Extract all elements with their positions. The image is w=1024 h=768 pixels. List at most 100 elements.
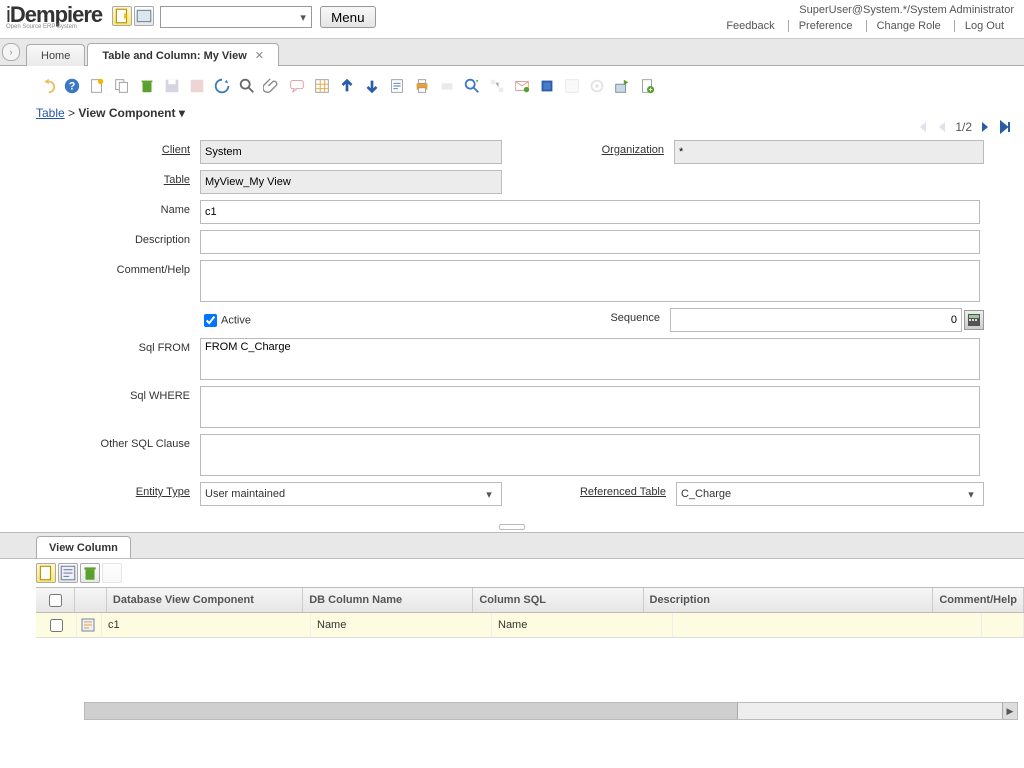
view-column-grid: Database View Component DB Column Name C… [36, 587, 1024, 638]
undo-icon[interactable] [36, 75, 58, 97]
nav-prev-icon[interactable] [935, 120, 949, 134]
detail-record-icon[interactable] [361, 75, 383, 97]
grid-hscrollbar[interactable]: ◀ ▶ [84, 702, 1018, 720]
label-comment: Comment/Help [40, 260, 200, 276]
nav-last-icon[interactable] [998, 120, 1012, 134]
attachment-icon[interactable] [261, 75, 283, 97]
field-name[interactable] [200, 200, 980, 224]
label-organization: Organization [584, 140, 674, 156]
header-quickbar [112, 0, 154, 26]
splitter-handle[interactable] [0, 522, 1024, 532]
field-entity-type[interactable]: User maintained▾ [200, 482, 502, 506]
col-dbcol[interactable]: DB Column Name [303, 588, 473, 612]
header-right: SuperUser@System.*/System Administrator … [716, 0, 1024, 32]
find-icon[interactable] [236, 75, 258, 97]
grid-select-all[interactable] [49, 594, 62, 607]
field-sql-from[interactable]: FROM C_Charge [200, 338, 980, 380]
print-preview-icon[interactable] [436, 75, 458, 97]
link-feedback[interactable]: Feedback [716, 20, 784, 32]
field-sequence-wrap [670, 308, 984, 332]
cell-dbcol: Name [311, 613, 492, 637]
breadcrumb-current: View Component ▾ [78, 106, 184, 120]
label-entity-type: Entity Type [40, 482, 200, 498]
archive-icon[interactable] [536, 75, 558, 97]
field-sql-where[interactable] [200, 386, 980, 428]
user-context: SuperUser@System.*/System Administrator [716, 4, 1014, 16]
cancel-icon[interactable] [186, 75, 208, 97]
col-dvc[interactable]: Database View Component [107, 588, 303, 612]
grid-row[interactable]: c1 Name Name [36, 613, 1024, 638]
breadcrumb-sep: > [68, 106, 78, 120]
sidebar-toggle-icon[interactable]: › [2, 43, 20, 61]
menu-button[interactable]: Menu [320, 6, 375, 28]
scroll-thumb[interactable] [85, 703, 738, 719]
link-preference[interactable]: Preference [788, 20, 863, 32]
tab-table-column[interactable]: Table and Column: My View✕ [87, 43, 279, 66]
detail-delete-icon[interactable] [80, 563, 100, 583]
print-icon[interactable] [411, 75, 433, 97]
global-search-combo[interactable]: ▾ [160, 6, 312, 28]
copy-icon[interactable] [111, 75, 133, 97]
scroll-right-icon[interactable]: ▶ [1002, 703, 1017, 719]
field-ref-table[interactable]: C_Charge▾ [676, 482, 984, 506]
main-toolbar: ? [0, 66, 1024, 102]
checkbox-active[interactable]: Active [200, 308, 251, 330]
field-table [200, 170, 502, 194]
cell-desc [673, 613, 982, 637]
label-sql-where: Sql WHERE [40, 386, 200, 402]
refresh-icon[interactable] [211, 75, 233, 97]
link-change-role[interactable]: Change Role [866, 20, 951, 32]
help-icon[interactable]: ? [61, 75, 83, 97]
customize-icon[interactable] [561, 75, 583, 97]
link-logout[interactable]: Log Out [954, 20, 1014, 32]
chat-icon[interactable] [286, 75, 308, 97]
label-ref-table: Referenced Table [556, 482, 676, 498]
field-other-sql[interactable] [200, 434, 980, 476]
col-comment[interactable]: Comment/Help [933, 588, 1024, 612]
detail-new-icon[interactable] [36, 563, 56, 583]
workflow-icon[interactable] [486, 75, 508, 97]
label-other-sql: Other SQL Clause [40, 434, 200, 450]
breadcrumb: Table > View Component ▾ 1/2 [0, 102, 1024, 126]
col-colsql[interactable]: Column SQL [473, 588, 643, 612]
window-tabbar: › Home Table and Column: My View✕ [0, 39, 1024, 66]
field-comment[interactable] [200, 260, 980, 302]
new-record-icon[interactable] [112, 6, 132, 26]
field-sequence[interactable] [670, 308, 962, 332]
label-active-spacer [40, 308, 200, 312]
checkbox-active-input[interactable] [204, 314, 217, 327]
breadcrumb-root[interactable]: Table [36, 106, 65, 120]
field-description[interactable] [200, 230, 980, 254]
field-ref-table-value: C_Charge [681, 488, 963, 500]
nav-first-icon[interactable] [915, 120, 929, 134]
brand-logo: iDempiere Open Source ERP System [0, 0, 112, 30]
field-entity-type-value: User maintained [205, 488, 481, 500]
grid-row-select[interactable] [50, 619, 63, 632]
export-icon[interactable] [611, 75, 633, 97]
process-icon[interactable] [586, 75, 608, 97]
zoom-across-icon[interactable] [461, 75, 483, 97]
cell-dvc: c1 [102, 613, 311, 637]
record-position: 1/2 [955, 120, 972, 134]
record-navigator: 1/2 [915, 120, 1012, 134]
open-window-icon[interactable] [134, 6, 154, 26]
app-header: iDempiere Open Source ERP System ▾ Menu … [0, 0, 1024, 39]
save-icon[interactable] [161, 75, 183, 97]
report-icon[interactable] [386, 75, 408, 97]
delete-icon[interactable] [136, 75, 158, 97]
detail-edit-icon[interactable] [58, 563, 78, 583]
field-organization [674, 140, 984, 164]
calculator-icon[interactable] [964, 310, 984, 330]
tab-view-column[interactable]: View Column [36, 536, 131, 558]
tab-close-icon[interactable]: ✕ [255, 50, 264, 62]
nav-next-icon[interactable] [978, 120, 992, 134]
checkbox-active-label: Active [221, 314, 251, 326]
row-edit-icon[interactable] [81, 618, 95, 632]
col-desc[interactable]: Description [644, 588, 934, 612]
grid-toggle-icon[interactable] [311, 75, 333, 97]
tab-home[interactable]: Home [26, 44, 85, 66]
file-import-icon[interactable] [636, 75, 658, 97]
request-icon[interactable] [511, 75, 533, 97]
new-icon[interactable] [86, 75, 108, 97]
parent-record-icon[interactable] [336, 75, 358, 97]
